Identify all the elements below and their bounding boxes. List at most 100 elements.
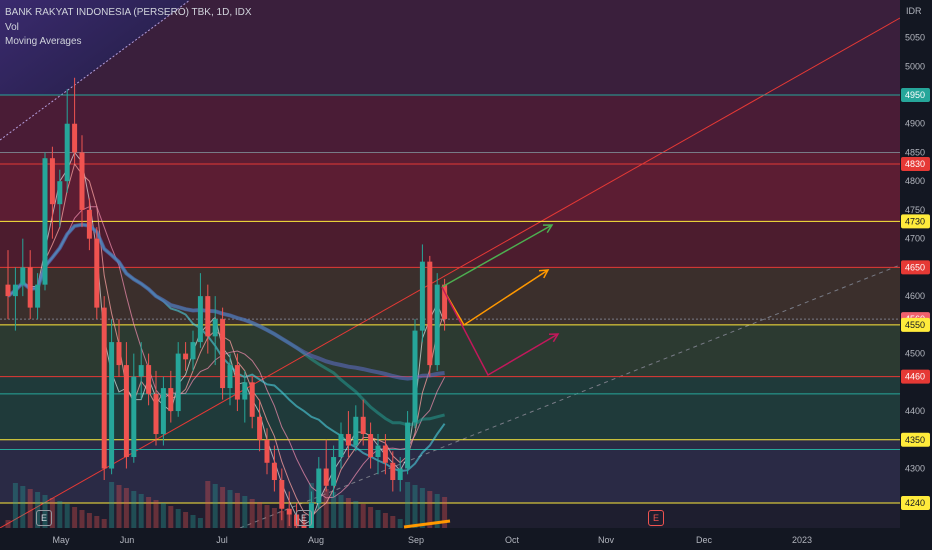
candle-body (331, 457, 337, 486)
candle-body (101, 307, 107, 469)
candle-body (227, 365, 233, 389)
volume-bar (390, 516, 396, 528)
candle-body (353, 416, 359, 446)
candle-body (375, 445, 381, 458)
price-tick: 4300 (905, 464, 925, 474)
price-tag-label: 4950 (905, 90, 925, 100)
candle-body (94, 238, 100, 308)
candle-body (249, 382, 255, 417)
price-tag-label: 4650 (905, 262, 925, 272)
candle-body (49, 158, 55, 205)
candle-body (79, 152, 85, 210)
candle-body (279, 480, 285, 509)
candle-body (190, 342, 196, 360)
candle-body (271, 462, 277, 481)
volume-bar (397, 519, 403, 528)
candle-body (183, 353, 189, 360)
candle-body (220, 319, 226, 389)
time-tick: 2023 (792, 535, 812, 545)
earnings-marker-upcoming[interactable]: E (648, 510, 664, 526)
candle-body (360, 416, 366, 435)
candle-body (286, 508, 292, 515)
volume-bar (227, 490, 233, 528)
candle-body (20, 267, 26, 285)
candle-body (123, 365, 129, 458)
candle-body (345, 434, 351, 446)
volume-bar (345, 498, 351, 528)
candle-body (160, 388, 166, 435)
currency-label: IDR (906, 6, 922, 16)
volume-bar (234, 493, 240, 528)
symbol-title[interactable]: BANK RAKYAT INDONESIA (PERSERO) TBK, 1D,… (5, 6, 252, 21)
price-tick: 4750 (905, 205, 925, 215)
price-tag-label: 4830 (905, 159, 925, 169)
candle-body (57, 181, 63, 205)
candle-body (64, 123, 70, 182)
volume-bar (271, 508, 277, 528)
candle-body (138, 365, 144, 377)
price-tick: 5050 (905, 33, 925, 43)
price-tag-label: 4240 (905, 498, 925, 508)
volume-bar (146, 497, 152, 528)
price-tag-label: 4550 (905, 320, 925, 330)
earnings-marker[interactable]: E (36, 510, 52, 526)
candle-body (5, 284, 11, 297)
price-tick: 4900 (905, 119, 925, 129)
volume-bar (86, 513, 92, 528)
candle-body (42, 158, 48, 285)
volume-bar (412, 485, 418, 528)
band (0, 324, 900, 377)
volume-indicator-label[interactable]: Vol (5, 21, 252, 36)
volume-bar (183, 512, 189, 528)
volume-bar (197, 518, 203, 528)
volume-bar (382, 513, 388, 528)
candle-body (257, 416, 263, 440)
volume-bar (323, 489, 329, 528)
candle-body (12, 284, 18, 297)
volume-bar (257, 502, 263, 528)
price-tag-label: 4350 (905, 435, 925, 445)
volume-bar (160, 503, 166, 528)
volume-bar (5, 520, 11, 528)
price-tag-label: 4460 (905, 372, 925, 382)
price-tick: 4500 (905, 349, 925, 359)
candle-body (131, 376, 137, 458)
candle-body (72, 123, 78, 153)
candle-body (412, 330, 418, 423)
candle-body (197, 296, 203, 343)
volume-bar (131, 491, 137, 528)
candle-body (434, 284, 440, 366)
volume-bar (123, 488, 129, 528)
time-tick: Oct (505, 535, 520, 545)
chart-legend: BANK RAKYAT INDONESIA (PERSERO) TBK, 1D,… (5, 6, 252, 50)
earnings-label: E (652, 513, 659, 523)
earnings-marker[interactable]: E (296, 510, 312, 526)
volume-bar (94, 516, 100, 528)
candle-body (368, 434, 374, 458)
candle-body (212, 319, 218, 337)
volume-bar (64, 504, 70, 528)
candle-body (397, 468, 403, 481)
time-axis-bg (0, 528, 900, 550)
candle-body (27, 267, 33, 308)
price-tick: 4600 (905, 291, 925, 301)
volume-bar (109, 482, 115, 528)
candle-body (35, 284, 41, 308)
volume-bar (360, 504, 366, 528)
candle-body (242, 382, 248, 400)
volume-bar (205, 481, 211, 528)
price-axis[interactable]: IDR 5050 5000 4900 4850 4800 4750 4700 4600 4500 4… (900, 0, 932, 550)
price-tick: 4700 (905, 234, 925, 244)
price-chart[interactable]: IDR 5050 5000 4900 4850 4800 4750 4700 4600 4500 4… (0, 0, 932, 550)
time-tick: Jun (120, 535, 135, 545)
volume-bar (375, 510, 381, 528)
moving-averages-label[interactable]: Moving Averages (5, 35, 252, 50)
candle-body (316, 468, 322, 503)
time-tick: May (52, 535, 70, 545)
volume-bar (338, 495, 344, 528)
candle-body (234, 365, 240, 400)
candle-body (146, 365, 152, 394)
volume-bar (249, 499, 255, 528)
price-tag-label: 4730 (905, 216, 925, 226)
candle-body (338, 434, 344, 458)
